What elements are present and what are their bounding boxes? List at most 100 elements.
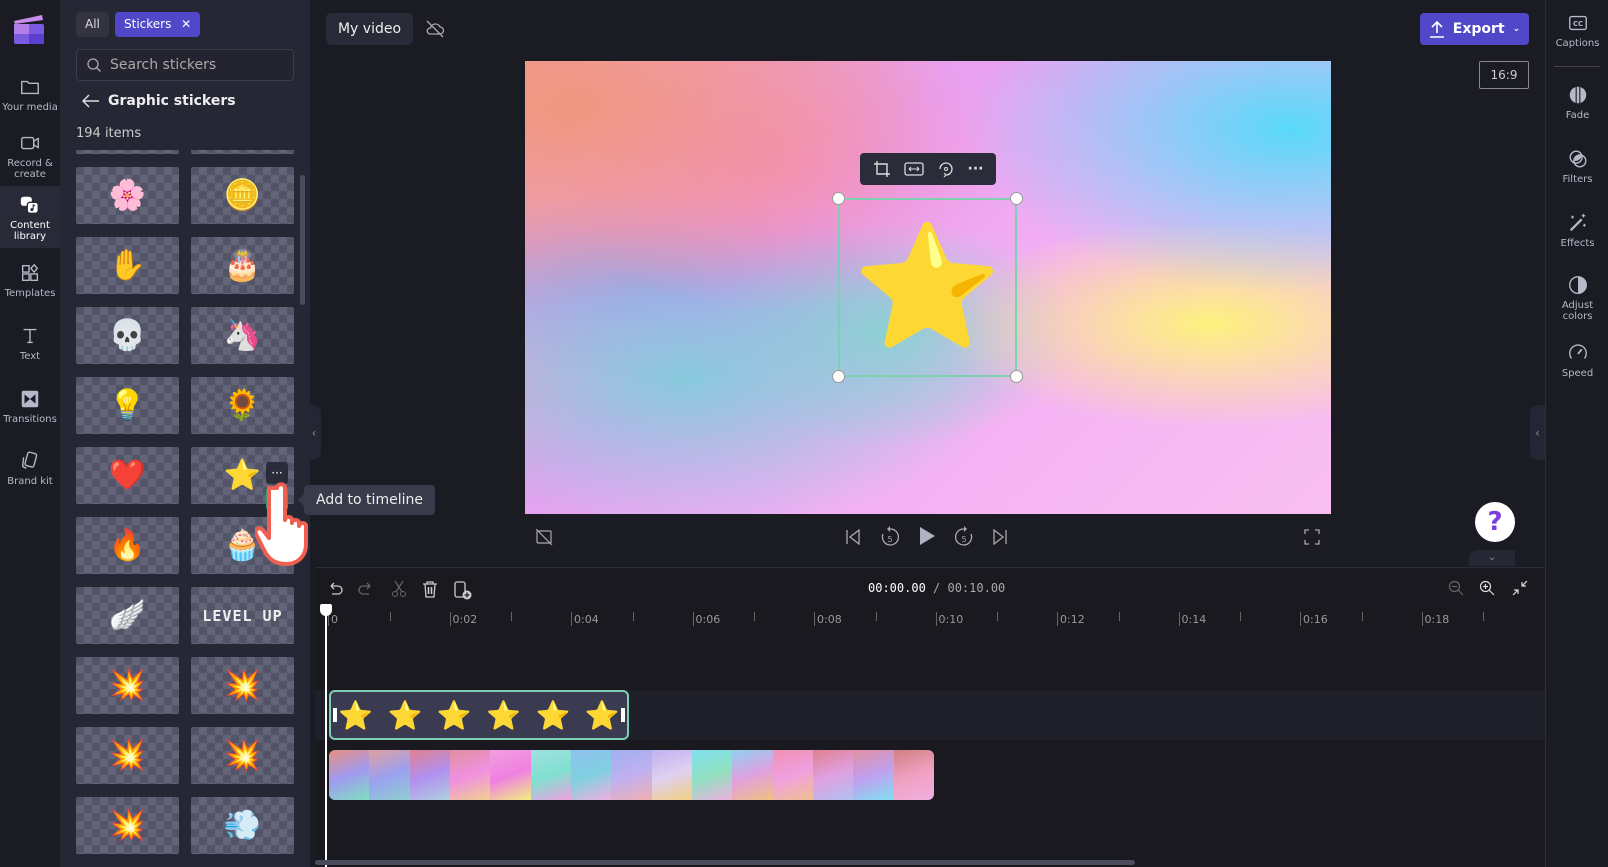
- sticker-tile-pink-hand[interactable]: ✋: [76, 237, 179, 294]
- timeline-ruler[interactable]: 0 0:02 0:04 0:06 0:08 0:10 0:12 0:14 0:16 0:18: [325, 607, 1545, 629]
- element-toolbar: ···: [860, 153, 996, 185]
- effects-tab[interactable]: Effects: [1546, 212, 1608, 249]
- captions-off-icon[interactable]: [534, 527, 554, 547]
- clip-trim-handle-right[interactable]: [621, 708, 625, 722]
- fit-timeline-icon[interactable]: [1510, 578, 1530, 598]
- sticker-tile-skull-wings[interactable]: 💀: [76, 307, 179, 364]
- text-icon: [23, 328, 37, 344]
- skip-to-end-icon[interactable]: [990, 526, 1010, 548]
- folder-icon: [21, 80, 39, 95]
- nav-text[interactable]: Text: [0, 325, 60, 362]
- sticker-tile-heart[interactable]: ❤️: [76, 447, 179, 504]
- sticker-tile-explosion-1[interactable]: 💥: [76, 657, 179, 714]
- fullscreen-icon[interactable]: [1302, 527, 1322, 547]
- collapse-properties-button[interactable]: ‹: [1530, 405, 1545, 460]
- playhead[interactable]: [325, 604, 327, 867]
- sticker-tile-flame[interactable]: 🔥: [76, 517, 179, 574]
- forward-5-icon[interactable]: 5: [953, 524, 975, 548]
- resize-handle-tl[interactable]: [832, 192, 845, 205]
- sticker-image: 🪙: [223, 178, 262, 213]
- sticker-tile-lightbulb[interactable]: 💡: [76, 377, 179, 434]
- sticker-image: ❤️: [108, 458, 147, 493]
- nav-templates[interactable]: Templates: [0, 262, 60, 299]
- rewind-5-icon[interactable]: 5: [879, 524, 901, 548]
- divider: [1554, 66, 1600, 67]
- rotate-icon[interactable]: [937, 160, 955, 178]
- cloud-sync-off-icon[interactable]: [419, 13, 451, 45]
- collapse-panel-button[interactable]: ‹: [307, 405, 321, 460]
- ruler-major-tick: [1178, 612, 1180, 626]
- timeline-scrollbar[interactable]: [315, 860, 1135, 865]
- resize-handle-br[interactable]: [1010, 370, 1023, 383]
- nav-brand-kit[interactable]: Brand kit: [0, 450, 60, 487]
- resize-handle-tr[interactable]: [1010, 192, 1023, 205]
- help-button[interactable]: ?: [1475, 502, 1515, 542]
- svg-text:5: 5: [961, 535, 966, 544]
- sticker-tile-gold-coins[interactable]: 🪙: [191, 167, 294, 224]
- sticker-tile-explosion-smoke[interactable]: 💥: [191, 727, 294, 784]
- back-to-category[interactable]: Graphic stickers: [82, 93, 236, 109]
- sticker-image: 🌻: [223, 388, 262, 423]
- crop-icon[interactable]: [873, 160, 891, 178]
- adjust-colors-tab[interactable]: Adjust colors: [1546, 274, 1608, 322]
- ruler-minor-tick: [632, 612, 634, 621]
- background-video-clip[interactable]: [329, 750, 934, 800]
- split-scissors-icon[interactable]: [389, 579, 409, 599]
- nav-record-create[interactable]: Record & create: [0, 132, 60, 184]
- zoom-out-icon[interactable]: [1446, 578, 1466, 598]
- filter-all-chip[interactable]: All: [76, 12, 109, 37]
- ruler-label: 0: [331, 613, 338, 626]
- left-navigation: Your media Record & create Content libra…: [0, 0, 60, 867]
- sticker-tile-explosion-mushroom[interactable]: 💥: [76, 727, 179, 784]
- sticker-tile-sunflower[interactable]: 🌻: [191, 377, 294, 434]
- collapse-preview-button[interactable]: ⌄: [1469, 550, 1515, 566]
- sticker-tile-partial-blob[interactable]: 🫧: [76, 150, 179, 154]
- sticker-tile-black-unicorn[interactable]: 🦄: [191, 307, 294, 364]
- sticker-tile-smoke-puff[interactable]: 💨: [191, 797, 294, 854]
- ruler-major-tick: [935, 612, 937, 626]
- delete-icon[interactable]: [420, 579, 440, 599]
- clip-frame: [772, 750, 813, 800]
- more-options-icon[interactable]: ···: [968, 161, 984, 177]
- app-logo-icon[interactable]: [12, 12, 46, 46]
- fit-icon[interactable]: [903, 161, 924, 177]
- sticker-tile-cake[interactable]: 🎂: [191, 237, 294, 294]
- play-button[interactable]: [915, 524, 939, 548]
- adjust-colors-icon: [1568, 276, 1587, 294]
- nav-content-library[interactable]: Content library: [0, 186, 60, 248]
- selected-sticker[interactable]: ⭐: [832, 192, 1023, 383]
- clip-frame: [449, 750, 491, 800]
- redo-icon[interactable]: [356, 579, 376, 599]
- undo-icon[interactable]: [325, 579, 345, 599]
- speed-tab[interactable]: Speed: [1546, 342, 1608, 379]
- aspect-ratio-button[interactable]: 16:9: [1479, 61, 1529, 89]
- add-media-icon[interactable]: [452, 579, 474, 601]
- zoom-in-icon[interactable]: [1477, 578, 1497, 598]
- clip-trim-handle-left[interactable]: [333, 708, 337, 722]
- search-input[interactable]: Search stickers: [76, 49, 294, 81]
- export-button[interactable]: Export ⌄: [1420, 13, 1529, 45]
- nav-transitions[interactable]: Transitions: [0, 388, 60, 425]
- project-title[interactable]: My video: [326, 13, 413, 45]
- filters-tab[interactable]: Filters: [1546, 148, 1608, 185]
- filter-stickers-chip[interactable]: Stickers ✕: [115, 12, 201, 37]
- sticker-tile-explosion-2[interactable]: 💥: [191, 657, 294, 714]
- sticker-clip[interactable]: ⭐ ⭐ ⭐ ⭐ ⭐ ⭐: [329, 690, 629, 740]
- sticker-tile-flowers[interactable]: 🌸: [76, 167, 179, 224]
- ruler-minor-tick: [997, 612, 999, 621]
- sticker-tile-partial-blue[interactable]: 🔵: [191, 150, 294, 154]
- sticker-image: 🌸: [108, 178, 147, 213]
- clip-thumb: ⭐: [436, 698, 472, 732]
- ruler-label: 0:02: [452, 613, 478, 626]
- close-icon[interactable]: ✕: [181, 17, 191, 31]
- panel-scrollbar[interactable]: [300, 175, 305, 305]
- captions-tab[interactable]: CC Captions: [1546, 12, 1608, 49]
- item-count: 194 items: [76, 126, 142, 141]
- skip-to-start-icon[interactable]: [843, 526, 863, 548]
- sticker-tile-level-up[interactable]: LEVEL UP: [191, 587, 294, 644]
- nav-your-media[interactable]: Your media: [0, 76, 60, 113]
- fade-tab[interactable]: Fade: [1546, 84, 1608, 121]
- resize-handle-bl[interactable]: [832, 370, 845, 383]
- sticker-tile-explosion-star[interactable]: 💥: [76, 797, 179, 854]
- sticker-tile-wing[interactable]: 🪽: [76, 587, 179, 644]
